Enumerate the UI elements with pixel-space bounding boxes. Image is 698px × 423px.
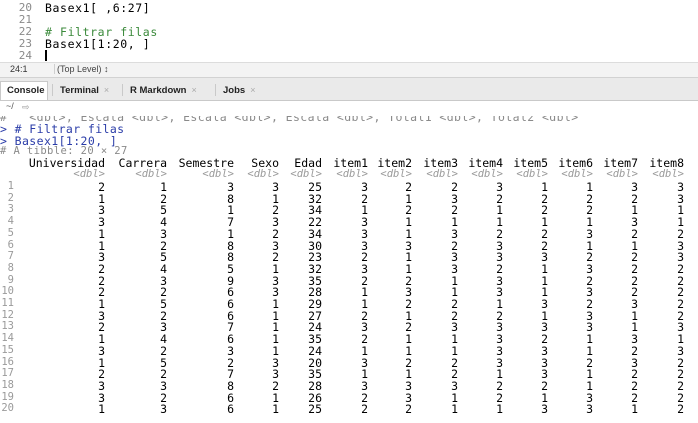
text-cursor xyxy=(45,50,47,61)
column-type: <dbl> xyxy=(561,168,593,180)
table-cell: 2 xyxy=(677,402,684,417)
table-cell: 1 xyxy=(98,402,105,417)
code-text[interactable]: Basex1[ ,6:27] xyxy=(45,2,150,14)
column-type: <dbl> xyxy=(247,168,279,180)
column-type: <dbl> xyxy=(516,168,548,180)
column-type: <dbl> xyxy=(73,168,105,180)
console-path-bar: ~/ ⇨ xyxy=(0,101,698,117)
row-number: 1 xyxy=(7,180,14,192)
row-number: 8 xyxy=(7,261,14,274)
row-number: 13 xyxy=(1,320,14,333)
row-number: 10 xyxy=(1,285,14,298)
row-number: 15 xyxy=(1,343,14,356)
console-output[interactable]: # <dbl>, Escala <dbl>, Escala <dbl>, Esc… xyxy=(0,116,698,423)
code-text[interactable]: Basex1[1:20, ] xyxy=(45,38,150,50)
tab-terminal[interactable]: Terminal × xyxy=(54,81,115,100)
row-number: 3 xyxy=(7,203,14,216)
table-cell: 1 xyxy=(631,402,638,417)
row-number: 4 xyxy=(7,215,14,228)
table-cell: 3 xyxy=(586,402,593,417)
table-cell: 2 xyxy=(361,402,368,417)
row-number: 5 xyxy=(7,226,14,239)
row-number: 14 xyxy=(1,332,14,345)
tab-r-markdown[interactable]: R Markdown × xyxy=(124,81,203,100)
tab-console[interactable]: Console xyxy=(0,81,48,100)
row-number: 11 xyxy=(1,297,14,309)
editor-line: 23 Basex1[1:20, ] xyxy=(0,38,698,51)
source-editor[interactable]: 20 Basex1[ ,6:27] 21 22 # Filtrar filas … xyxy=(0,0,698,62)
table-cell: 25 xyxy=(308,402,322,417)
table-cell: 1 xyxy=(272,402,279,417)
table-cell: 3 xyxy=(160,402,167,417)
tab-label: Console xyxy=(7,85,45,96)
row-number: 12 xyxy=(1,308,14,321)
working-directory[interactable]: ~/ xyxy=(6,101,14,111)
column-type: <dbl> xyxy=(336,168,368,180)
go-to-directory-icon[interactable]: ⇨ xyxy=(22,102,30,113)
column-type: <dbl> xyxy=(426,168,458,180)
row-number: 17 xyxy=(1,367,14,380)
table-cell: 1 xyxy=(496,402,503,417)
row-number: 19 xyxy=(1,390,14,403)
row-number: 18 xyxy=(1,378,14,391)
tab-divider xyxy=(215,84,216,96)
column-type: <dbl> xyxy=(652,168,684,180)
editor-line: 24 xyxy=(0,50,698,62)
table-cell: 6 xyxy=(227,402,234,417)
column-type: <dbl> xyxy=(380,168,412,180)
pane-tab-bar: Console Terminal × R Markdown × Jobs × xyxy=(0,78,698,101)
editor-line: 20 Basex1[ ,6:27] xyxy=(0,2,698,15)
table-cell: 1 xyxy=(451,402,458,417)
close-icon[interactable]: × xyxy=(104,85,109,95)
row-number: 2 xyxy=(7,191,14,204)
editor-status-bar: 24:1 (Top Level) ↕ xyxy=(0,62,698,78)
tab-jobs[interactable]: Jobs × xyxy=(217,81,261,100)
close-icon[interactable]: × xyxy=(191,85,196,95)
tab-label: Jobs xyxy=(223,85,246,96)
column-type: <dbl> xyxy=(471,168,503,180)
close-icon[interactable]: × xyxy=(250,85,255,95)
column-type: <dbl> xyxy=(202,168,234,180)
column-type: <dbl> xyxy=(606,168,638,180)
column-type: <dbl> xyxy=(135,168,167,180)
scope-selector[interactable]: (Top Level) ↕ xyxy=(54,64,109,74)
tab-divider xyxy=(52,84,53,96)
line-number: 24 xyxy=(18,49,32,62)
row-number: 9 xyxy=(7,273,14,286)
tab-label: Terminal xyxy=(60,85,99,96)
row-number: 6 xyxy=(7,238,14,251)
tab-divider xyxy=(122,84,123,96)
tab-label: R Markdown xyxy=(130,85,187,96)
row-number: 16 xyxy=(1,355,14,368)
row-number: 20 xyxy=(1,402,14,415)
table-cell: 3 xyxy=(541,402,548,417)
row-number: 7 xyxy=(7,250,14,263)
column-type: <dbl> xyxy=(290,168,322,180)
cursor-position: 24:1 xyxy=(10,64,28,74)
table-cell: 2 xyxy=(405,402,412,417)
